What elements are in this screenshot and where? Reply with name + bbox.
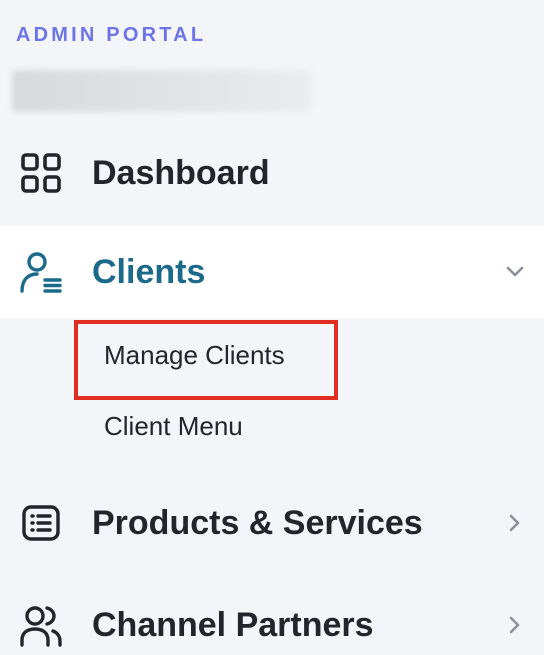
chevron-right-icon[interactable] xyxy=(504,512,526,534)
sub-item-client-menu[interactable]: Client Menu xyxy=(104,411,243,442)
nav-label-clients: Clients xyxy=(92,252,206,291)
chevron-right-icon[interactable] xyxy=(504,614,526,636)
dashboard-grid-icon xyxy=(18,150,64,196)
nav-label-products-services: Products & Services xyxy=(92,503,423,542)
nav-item-clients[interactable]: Clients xyxy=(0,226,544,318)
nav-label-dashboard: Dashboard xyxy=(92,153,270,192)
nav-label-channel-partners: Channel Partners xyxy=(92,605,374,644)
portal-title: ADMIN PORTAL xyxy=(16,24,207,46)
sub-item-manage-clients[interactable]: Manage Clients xyxy=(104,340,285,371)
admin-sidebar: ADMIN PORTAL Dashboard Clients Manage Cl… xyxy=(0,0,544,655)
user-list-icon xyxy=(18,249,64,295)
chevron-down-icon[interactable] xyxy=(504,261,526,283)
nav-item-products-services[interactable]: Products & Services xyxy=(0,492,544,554)
nav-item-channel-partners[interactable]: Channel Partners xyxy=(0,594,544,655)
list-box-icon xyxy=(18,500,64,546)
nav-item-dashboard[interactable]: Dashboard xyxy=(0,140,544,206)
users-icon xyxy=(18,602,64,648)
blurred-user-info xyxy=(12,70,312,112)
